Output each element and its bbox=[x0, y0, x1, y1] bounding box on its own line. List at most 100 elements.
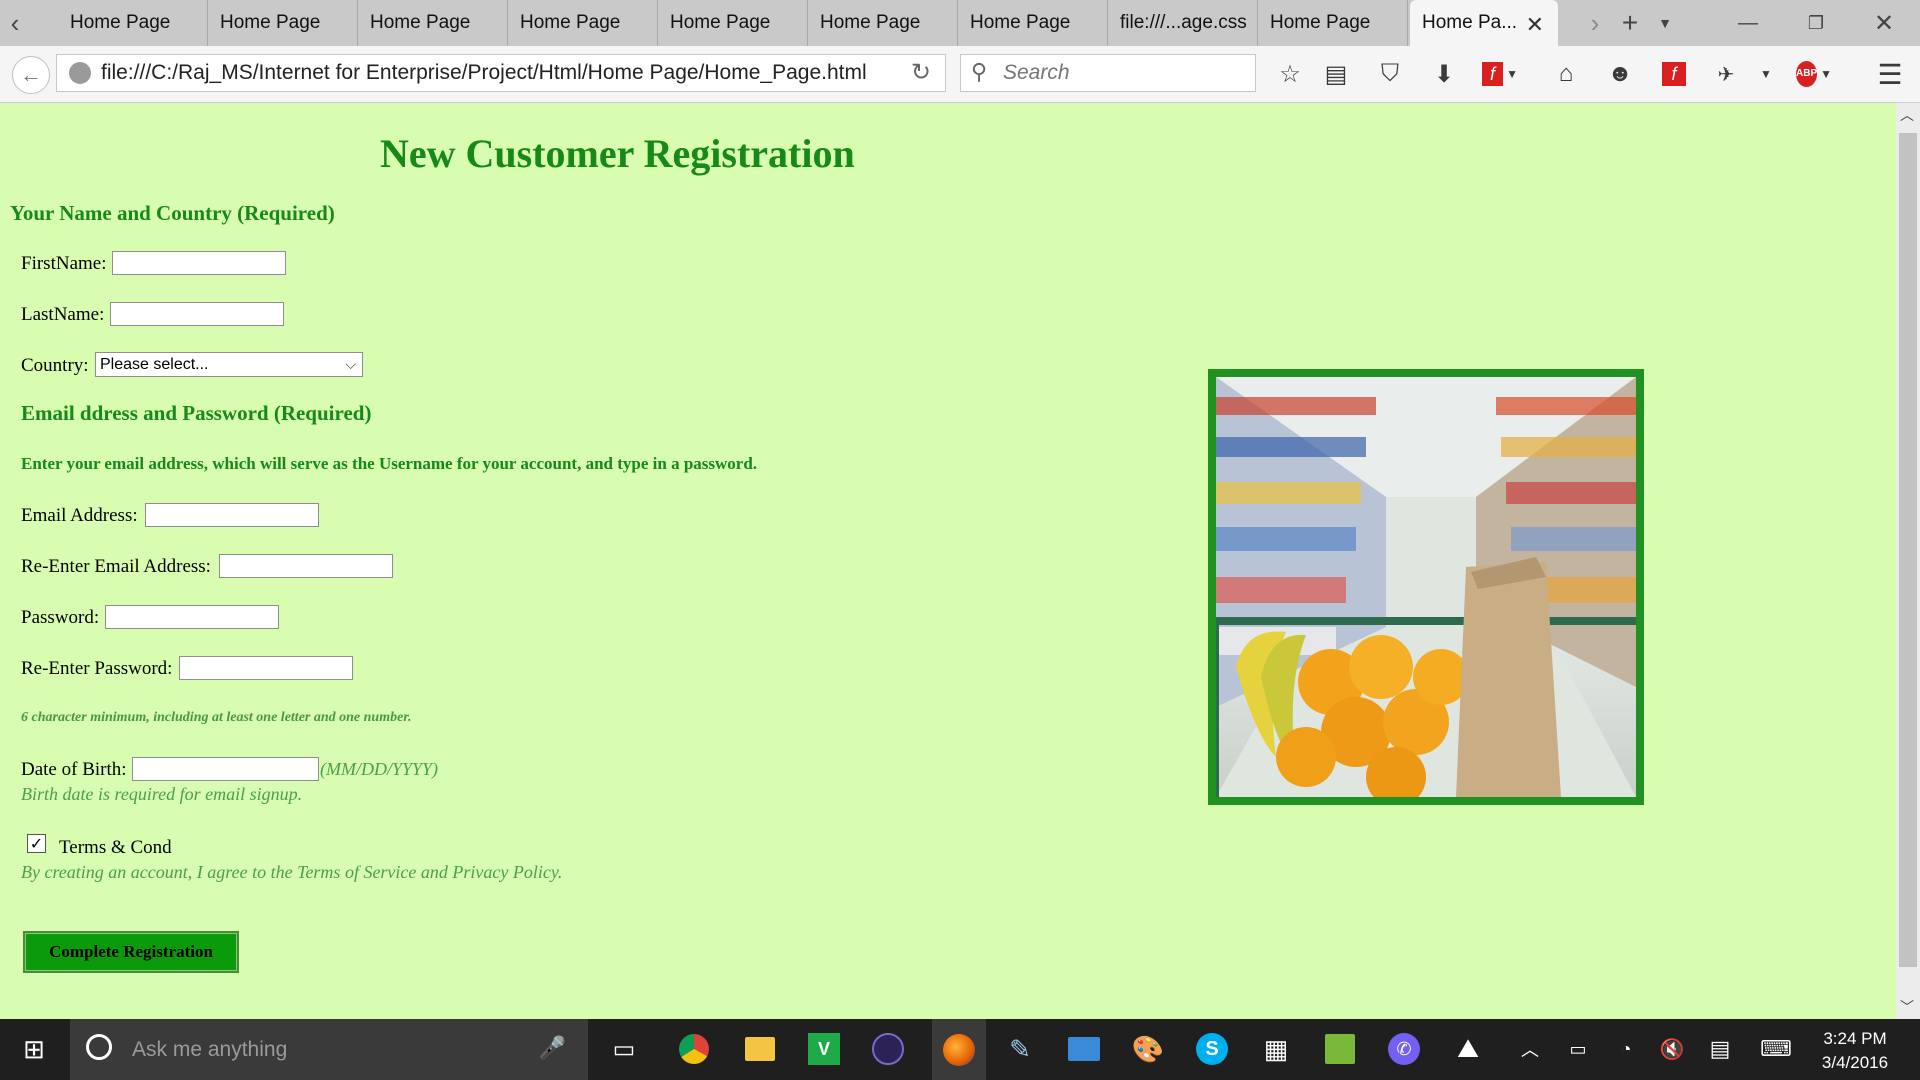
eclipse-icon[interactable] bbox=[868, 1029, 908, 1069]
reemail-label: Re-Enter Email Address: bbox=[21, 556, 211, 577]
firstname-label: FirstName: bbox=[21, 253, 107, 274]
home-icon[interactable]: ⌂ bbox=[1548, 56, 1584, 92]
terms-label: Terms & Cond bbox=[59, 837, 172, 858]
grocery-aisle-photo bbox=[1216, 377, 1636, 797]
new-tab-button[interactable]: + bbox=[1614, 0, 1646, 46]
terms-note: By creating an account, I agree to the T… bbox=[21, 862, 563, 882]
image-tool-icon[interactable] bbox=[1320, 1029, 1360, 1069]
search-bar[interactable]: ⚲ bbox=[960, 54, 1256, 92]
grocery-aisle-illustration bbox=[1216, 377, 1636, 797]
photos-icon[interactable]: ⛰ bbox=[1448, 1029, 1488, 1069]
tab[interactable]: Home Page bbox=[358, 0, 508, 46]
reload-icon[interactable]: ↻ bbox=[911, 58, 931, 87]
password-input[interactable] bbox=[105, 605, 279, 629]
search-input[interactable] bbox=[1001, 60, 1245, 86]
cortana-placeholder: Ask me anything bbox=[132, 1037, 288, 1061]
lastname-input[interactable] bbox=[110, 302, 284, 326]
dob-input[interactable] bbox=[132, 757, 319, 781]
tab-label: Home Page bbox=[220, 12, 321, 33]
chevron-down-icon: ⌵ bbox=[345, 356, 356, 372]
url-text[interactable]: file:///C:/Raj_MS/Internet for Enterpris… bbox=[101, 61, 867, 85]
close-window-button[interactable]: ✕ bbox=[1862, 0, 1906, 46]
tab[interactable]: Home Page bbox=[208, 0, 358, 46]
complete-registration-button[interactable]: Complete Registration bbox=[23, 931, 239, 973]
lastname-label: LastName: bbox=[21, 304, 105, 325]
wifi-icon[interactable]: ◔ bbox=[1606, 1029, 1646, 1069]
app-green-icon[interactable]: V bbox=[804, 1029, 844, 1069]
paint-icon[interactable]: 🎨 bbox=[1128, 1029, 1168, 1069]
minimize-button[interactable]: — bbox=[1726, 0, 1770, 46]
bookmark-star-icon[interactable]: ☆ bbox=[1272, 56, 1308, 92]
password-hint: 6 character minimum, including at least … bbox=[21, 710, 412, 725]
dob-note: Birth date is required for email signup. bbox=[21, 784, 303, 804]
firefox-icon[interactable] bbox=[932, 1019, 986, 1080]
page-title: New Customer Registration bbox=[380, 131, 855, 176]
battery-icon[interactable]: ▭ bbox=[1558, 1029, 1598, 1069]
remote-desktop-icon[interactable] bbox=[1064, 1029, 1104, 1069]
reemail-input[interactable] bbox=[219, 554, 393, 578]
pocket-icon[interactable]: ⛉ bbox=[1372, 56, 1408, 92]
tab-label: Home Page bbox=[1270, 12, 1371, 33]
section-heading-email-password: Email ddress and Password (Required) bbox=[21, 401, 372, 425]
section-heading-name-country: Your Name and Country (Required) bbox=[10, 201, 335, 225]
chrome-icon[interactable] bbox=[674, 1029, 714, 1069]
close-tab-icon[interactable]: ✕ bbox=[1526, 12, 1544, 38]
email-input[interactable] bbox=[145, 503, 319, 527]
country-select[interactable]: Please select... ⌵ bbox=[95, 352, 363, 377]
tab[interactable]: Home Page bbox=[58, 0, 208, 46]
tab[interactable]: Home Page bbox=[658, 0, 808, 46]
tab[interactable]: Home Page bbox=[508, 0, 658, 46]
reading-list-icon[interactable]: ▤ bbox=[1318, 56, 1354, 92]
scroll-thumb[interactable] bbox=[1899, 133, 1917, 967]
chat-icon[interactable]: ☻ bbox=[1602, 56, 1638, 92]
tab-active[interactable]: Home Pa... ✕ bbox=[1410, 0, 1558, 46]
list-tabs-icon[interactable]: ▼ bbox=[1650, 0, 1680, 46]
tab[interactable]: Home Page bbox=[808, 0, 958, 46]
tab-scroll-left-button[interactable]: ‹ bbox=[0, 0, 30, 46]
note-app-icon[interactable]: ✎ bbox=[1000, 1029, 1040, 1069]
tab-label: Home Page bbox=[670, 12, 771, 33]
task-view-icon[interactable]: ▭ bbox=[604, 1029, 644, 1069]
site-identity-icon[interactable] bbox=[69, 62, 91, 84]
keyboard-icon[interactable]: ⌨ bbox=[1756, 1029, 1796, 1069]
grocery-photo-frame bbox=[1208, 369, 1644, 805]
search-icon: ⚲ bbox=[971, 59, 988, 84]
addon-dropdown-icon[interactable]: ▼ bbox=[1748, 56, 1784, 92]
show-hidden-icons[interactable]: ︿ bbox=[1510, 1029, 1550, 1069]
tab-scroll-right-button[interactable]: › bbox=[1580, 0, 1610, 46]
action-center-icon[interactable]: ▤ bbox=[1700, 1029, 1740, 1069]
tab-label: Home Page bbox=[820, 12, 921, 33]
microphone-icon[interactable]: 🎤 bbox=[539, 1035, 566, 1061]
adblock-icon[interactable]: ABP ▼ bbox=[1796, 56, 1832, 92]
clock-date: 3/4/2016 bbox=[1821, 1053, 1889, 1072]
addon-icon[interactable]: ✈ bbox=[1708, 56, 1744, 92]
flash-player-icon[interactable]: f bbox=[1656, 56, 1692, 92]
menu-icon[interactable]: ☰ bbox=[1872, 56, 1908, 92]
tab[interactable]: Home Page bbox=[958, 0, 1108, 46]
system-clock[interactable]: 3:24 PM 3/4/2016 bbox=[1800, 1027, 1910, 1075]
url-bar[interactable]: file:///C:/Raj_MS/Internet for Enterpris… bbox=[56, 54, 946, 92]
navigation-toolbar: ← file:///C:/Raj_MS/Internet for Enterpr… bbox=[0, 46, 1920, 103]
file-explorer-icon[interactable] bbox=[740, 1029, 780, 1069]
download-icon[interactable]: ⬇ bbox=[1426, 56, 1462, 92]
firstname-input[interactable] bbox=[112, 251, 286, 275]
cortana-search-box[interactable]: Ask me anything 🎤 bbox=[70, 1019, 588, 1080]
tab[interactable]: file:///...age.css bbox=[1108, 0, 1258, 46]
page-content: New Customer Registration Your Name and … bbox=[0, 103, 1896, 1019]
start-windows-icon[interactable]: ⊞ bbox=[14, 1029, 54, 1069]
tab[interactable]: Home Page bbox=[1258, 0, 1408, 46]
flash-icon[interactable]: f ▼ bbox=[1482, 56, 1518, 92]
repassword-input[interactable] bbox=[179, 656, 353, 680]
skype-icon[interactable]: S bbox=[1192, 1029, 1232, 1069]
calculator-icon[interactable]: ▦ bbox=[1256, 1029, 1296, 1069]
scroll-up-icon[interactable]: ︿ bbox=[1900, 105, 1914, 125]
clock-time: 3:24 PM bbox=[1823, 1029, 1887, 1048]
back-button[interactable]: ← bbox=[12, 56, 50, 94]
viber-icon[interactable]: ✆ bbox=[1384, 1029, 1424, 1069]
password-label: Password: bbox=[21, 607, 100, 628]
restore-button[interactable]: ❐ bbox=[1794, 0, 1838, 46]
scroll-down-icon[interactable]: ﹀ bbox=[1900, 997, 1914, 1017]
terms-checkbox[interactable]: ✓ bbox=[27, 834, 46, 853]
tab-bar: ‹ Home Page Home Page Home Page Home Pag… bbox=[0, 0, 1920, 46]
volume-icon[interactable]: 🔇 bbox=[1652, 1029, 1692, 1069]
